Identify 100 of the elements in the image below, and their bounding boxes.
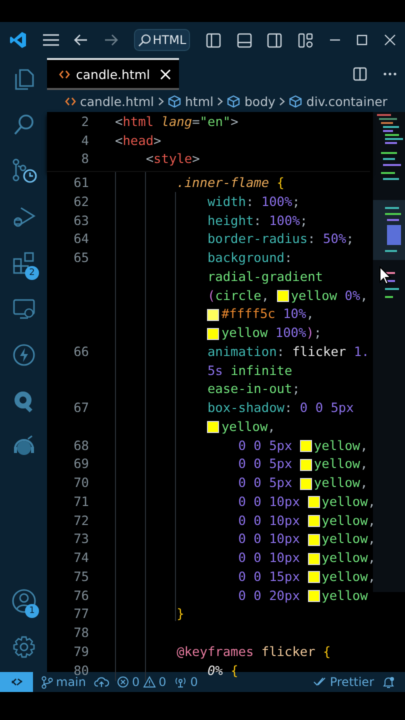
error-icon[interactable]	[116, 676, 129, 688]
line-number: 65	[72, 251, 89, 266]
chevron-icon	[279, 96, 286, 106]
line-number: 61	[72, 176, 89, 192]
code-text: 0 0 10px	[238, 551, 301, 566]
cube-icon	[289, 94, 302, 108]
code-text: 0 0 5px	[238, 457, 294, 472]
bell-icon[interactable]	[382, 676, 395, 688]
layout-icon[interactable]	[298, 32, 313, 48]
settings-icon[interactable]	[12, 635, 36, 659]
forward-arrow-icon[interactable]	[104, 34, 118, 46]
color-swatch-icon[interactable]	[308, 534, 320, 546]
code-text: box-shadow: 0 0 5px	[207, 401, 354, 416]
color-swatch-icon[interactable]	[276, 290, 289, 302]
branch-clock-icon[interactable]	[10, 158, 36, 184]
code-text: 0 0 15px	[238, 570, 301, 585]
code-text: ease-in-out;	[207, 382, 300, 398]
run-debug-icon[interactable]	[12, 205, 36, 229]
menu-icon[interactable]	[42, 34, 59, 46]
color-swatch-icon[interactable]	[308, 496, 320, 508]
color-swatch-icon[interactable]	[207, 328, 220, 340]
line-number: 71	[72, 494, 89, 510]
command-search-field[interactable]: HTML	[134, 29, 190, 51]
code-text: <style>	[146, 152, 200, 168]
monitor-icon[interactable]	[12, 297, 36, 321]
line-number: 64	[72, 232, 89, 248]
back-arrow-icon[interactable]	[74, 34, 88, 46]
line-number: 72	[72, 514, 89, 529]
code-text: #ffff5c 10%,	[221, 307, 314, 322]
html-file-icon	[59, 70, 70, 78]
color-swatch-icon[interactable]	[308, 571, 320, 584]
antenna-icon[interactable]	[174, 676, 188, 688]
search-icon[interactable]	[12, 113, 36, 137]
more-actions-icon[interactable]	[383, 72, 397, 76]
close-icon[interactable]	[384, 34, 396, 46]
code-text: yellow 100%);	[221, 326, 322, 342]
color-swatch-icon[interactable]	[308, 590, 320, 602]
sidebar-toggle-icon[interactable]	[206, 32, 221, 48]
code-text: background:	[207, 251, 292, 266]
ports-count[interactable]: 0	[190, 675, 198, 689]
extensions-icon[interactable]	[12, 251, 36, 275]
cube-icon	[227, 94, 240, 108]
lightning-icon[interactable]	[12, 343, 36, 367]
line-number: 62	[72, 194, 89, 210]
code-text: 0 0 5px	[238, 438, 294, 454]
mouse-pointer-icon	[379, 266, 392, 285]
line-number: 67	[72, 401, 89, 416]
double-check-icon[interactable]	[312, 677, 327, 687]
color-swatch-icon[interactable]	[300, 440, 312, 452]
split-editor-icon[interactable]	[353, 67, 367, 81]
warning-icon[interactable]	[142, 676, 156, 688]
code-text: <head>	[115, 134, 162, 149]
color-swatch-icon[interactable]	[308, 552, 320, 565]
color-swatch-icon[interactable]	[300, 458, 312, 471]
code-text: @keyframes flicker {	[176, 644, 331, 660]
formatter-label[interactable]: Prettier	[330, 675, 374, 689]
notification-badge: 1	[25, 604, 39, 618]
color-swatch-icon[interactable]	[207, 421, 220, 434]
code-text: 0 0 10px	[238, 514, 301, 529]
breadcrumb-item[interactable]: candle.html	[80, 94, 154, 108]
error-count[interactable]: 0	[132, 675, 140, 689]
warning-count[interactable]: 0	[158, 675, 166, 689]
minimap-drawing[interactable]	[373, 112, 405, 592]
code-text: yellow	[322, 588, 368, 604]
code-text: 0 0 10px	[238, 532, 301, 548]
account-icon[interactable]	[10, 588, 36, 614]
breadcrumb-item[interactable]: html	[185, 94, 214, 108]
code-text: (circle,	[207, 288, 270, 304]
line-number: 74	[72, 551, 89, 566]
code-text: yellow,	[322, 532, 376, 548]
cloud-upload-icon[interactable]	[94, 676, 109, 688]
line-number: 2	[80, 114, 89, 130]
code-text: 0% {	[207, 664, 238, 679]
code-text: radial-gradient	[207, 270, 324, 285]
line-number: 4	[80, 134, 89, 149]
code-text: <html lang="en">	[115, 114, 238, 130]
remote-button[interactable]	[0, 672, 33, 692]
color-swatch-icon[interactable]	[308, 515, 320, 528]
code-text: yellow,	[322, 570, 376, 585]
code-text: yellow 0%,	[290, 288, 368, 304]
code-text: yellow,	[314, 476, 368, 492]
line-number: 69	[72, 457, 89, 472]
notification-badge: 2	[25, 266, 39, 280]
editor-tab[interactable]: candle.html	[47, 58, 179, 90]
color-swatch-icon[interactable]	[300, 478, 312, 490]
line-number: 70	[72, 476, 89, 492]
code-text: border-radius: 50%;	[207, 232, 354, 248]
breadcrumb-item[interactable]: body	[244, 94, 276, 108]
maximize-icon[interactable]	[356, 34, 368, 46]
panel-toggle-icon[interactable]	[236, 32, 252, 48]
color-swatch-icon[interactable]	[207, 308, 220, 321]
code-text: animation: flicker 1.	[207, 344, 370, 360]
code-text: 0 0 10px	[238, 494, 301, 510]
search-icon	[138, 34, 151, 46]
secondary-sidebar-icon[interactable]	[267, 32, 282, 48]
line-number: 78	[72, 626, 89, 642]
breadcrumb-item[interactable]: div.container	[306, 94, 388, 108]
line-number: 66	[72, 344, 89, 360]
line-number: 63	[72, 214, 89, 229]
branch-icon[interactable]	[41, 676, 53, 688]
